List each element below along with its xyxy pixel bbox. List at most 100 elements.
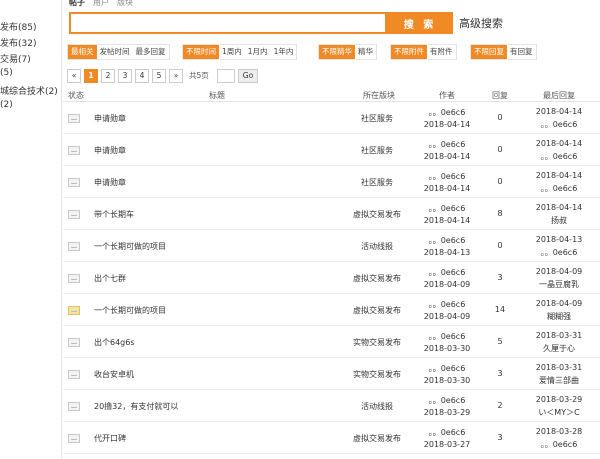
thread-board-link[interactable]: 实物交易发布 xyxy=(333,337,421,348)
tab-boards[interactable]: 版块 xyxy=(117,0,133,7)
sidebar-item-1[interactable]: 发布(85) xyxy=(0,20,36,33)
thread-title-link[interactable]: 申请勋章 xyxy=(94,145,126,156)
sidebar-item-6[interactable]: (2) xyxy=(0,100,13,110)
filter-post-time[interactable]: 发帖时间 xyxy=(96,45,133,59)
author-name-link[interactable]: 。。0e6c6 xyxy=(409,395,485,406)
thread-title-link[interactable]: 收台安卓机 xyxy=(94,369,134,380)
last-reply-user-link[interactable]: 一晶豆腐乳 xyxy=(521,279,597,290)
thread-title-link[interactable]: 一个长期可做的项目 xyxy=(94,305,166,316)
last-reply-user-link[interactable]: 爱情三部曲 xyxy=(521,375,597,386)
filter-has-attachment[interactable]: 有附件 xyxy=(427,45,456,59)
thread-board-link[interactable]: 实物交易发布 xyxy=(333,369,421,380)
author-name-link[interactable]: 。。0e6c6 xyxy=(409,139,485,150)
thread-board-link[interactable]: 虚拟交易发布 xyxy=(333,305,421,316)
tab-users[interactable]: 用户 xyxy=(93,0,109,7)
filter-has-reply[interactable]: 有回复 xyxy=(507,45,536,59)
filter-most-relevant[interactable]: 最相关 xyxy=(68,45,97,59)
thread-board-link[interactable]: 社区服务 xyxy=(333,177,421,188)
thread-status-icon xyxy=(68,242,80,251)
author-name-link[interactable]: 。。0e6c6 xyxy=(409,267,485,278)
page-jump-input[interactable] xyxy=(216,69,235,83)
prev-page-button[interactable]: « xyxy=(67,69,81,83)
table-row[interactable]: 收台安卓机 实物交易发布 。。0e6c6 2018-03-30 3 2018-03-31 爱… xyxy=(63,359,600,390)
thread-board-link[interactable]: 虚拟交易发布 xyxy=(333,433,421,444)
reply-count: 0 xyxy=(497,241,503,250)
thread-title-link[interactable]: 一个长期可做的项目 xyxy=(94,241,166,252)
author-name-link[interactable]: 。。0e6c6 xyxy=(409,331,485,342)
filter-any-attachment[interactable]: 不限附件 xyxy=(391,45,427,59)
search-input[interactable] xyxy=(69,12,387,34)
thread-board-link[interactable]: 社区服务 xyxy=(333,145,421,156)
table-row[interactable]: 代开口碑 虚拟交易发布 。。0e6c6 2018-03-27 3 2018-03-28 。。… xyxy=(63,423,600,454)
table-row[interactable]: 20撸32，有支付就可以 活动线报 。。0e6c6 2018-03-29 2 2018-0… xyxy=(63,391,600,422)
page-1[interactable]: 1 xyxy=(84,69,98,83)
table-row[interactable]: 出个七群 虚拟交易发布 。。0e6c6 2018-04-09 3 2018-04-09 一晶… xyxy=(63,263,600,294)
thread-board-link[interactable]: 虚拟交易发布 xyxy=(333,209,421,220)
page-4[interactable]: 4 xyxy=(135,69,149,83)
thread-title-link[interactable]: 20撸32，有支付就可以 xyxy=(94,401,178,412)
filter-most-replies[interactable]: 最多回复 xyxy=(132,45,169,59)
advanced-search-link[interactable]: 高级搜索 xyxy=(459,15,503,31)
last-reply-user-link[interactable]: 。。0e6c6 xyxy=(521,119,597,130)
author-name-link[interactable]: 。。0e6c6 xyxy=(409,427,485,438)
filter-any-reply[interactable]: 不限回复 xyxy=(471,45,507,59)
page-5[interactable]: 5 xyxy=(152,69,166,83)
reply-count: 0 xyxy=(497,113,503,122)
author-name-link[interactable]: 。。0e6c6 xyxy=(409,107,485,118)
sidebar: 发布(85) 发布(32) 交易(7) (5) 城综合技术(2) (2) xyxy=(0,0,62,459)
col-last-reply: 最后回复 xyxy=(543,91,575,100)
table-row[interactable]: 申请勋章 社区服务 。。0e6c6 2018-04-14 0 2018-04-14 。。0e… xyxy=(63,135,600,166)
last-reply-user-link[interactable]: 。。0e6c6 xyxy=(521,151,597,162)
thread-title-link[interactable]: 出个七群 xyxy=(94,273,126,284)
last-reply-date: 2018-04-09 xyxy=(535,267,583,276)
filter-any-time[interactable]: 不限时间 xyxy=(183,45,219,59)
last-reply-user-link[interactable]: 久厘于心 xyxy=(521,343,597,354)
filter-any-digest[interactable]: 不限精华 xyxy=(319,45,355,59)
thread-status-icon xyxy=(68,274,80,283)
tab-posts[interactable]: 帖子 xyxy=(69,0,85,7)
go-button[interactable]: Go xyxy=(237,69,259,83)
filter-1-year[interactable]: 1年内 xyxy=(270,45,297,59)
page-2[interactable]: 2 xyxy=(101,69,115,83)
last-reply-user-link[interactable]: 。。0e6c6 xyxy=(521,247,597,258)
author-name-link[interactable]: 。。0e6c6 xyxy=(409,299,485,310)
thread-title-link[interactable]: 申请勋章 xyxy=(94,113,126,124)
last-reply-user-link[interactable]: 扬叔 xyxy=(521,215,597,226)
thread-board-link[interactable]: 社区服务 xyxy=(333,113,421,124)
sidebar-item-4[interactable]: (5) xyxy=(0,68,13,78)
thread-board-link[interactable]: 虚拟交易发布 xyxy=(333,273,421,284)
author-name-link[interactable]: 。。0e6c6 xyxy=(409,171,485,182)
filter-1-week[interactable]: 1周内 xyxy=(219,45,245,59)
next-page-button[interactable]: » xyxy=(169,69,183,83)
reply-count: 3 xyxy=(497,433,503,442)
last-reply-user-link[interactable]: 。。0e6c6 xyxy=(521,183,597,194)
filter-1-month[interactable]: 1月内 xyxy=(244,45,271,59)
thread-board-link[interactable]: 活动线报 xyxy=(333,241,421,252)
table-row[interactable]: 出个64g6s 实物交易发布 。。0e6c6 2018-03-30 5 2018-03-3… xyxy=(63,327,600,358)
page-3[interactable]: 3 xyxy=(118,69,132,83)
last-reply-user-link[interactable]: い＜MY＞C xyxy=(521,407,597,418)
thread-title-link[interactable]: 出个64g6s xyxy=(94,337,135,348)
thread-title-link[interactable]: 带个长期车 xyxy=(94,209,134,220)
author-name-link[interactable]: 。。0e6c6 xyxy=(409,203,485,214)
sidebar-item-2[interactable]: 发布(32) xyxy=(0,36,36,49)
thread-title-link[interactable]: 代开口碑 xyxy=(94,433,126,444)
search-button[interactable]: 搜 索 xyxy=(387,12,453,34)
thread-title-link[interactable]: 申请勋章 xyxy=(94,177,126,188)
table-row[interactable]: 一个长期可做的项目 虚拟交易发布 。。0e6c6 2018-04-09 14 2018-0… xyxy=(63,295,600,326)
thread-board-link[interactable]: 活动线报 xyxy=(333,401,421,412)
last-reply-user-link[interactable]: 。。0e6c6 xyxy=(521,439,597,450)
table-row[interactable]: 带个长期车 虚拟交易发布 。。0e6c6 2018-04-14 8 2018-04-14 扬… xyxy=(63,199,600,230)
search-type-tabs: 帖子 用户 版块 xyxy=(69,0,141,8)
table-row[interactable]: 申请勋章 社区服务 。。0e6c6 2018-04-14 0 2018-04-14 。。0e… xyxy=(63,167,600,198)
sidebar-item-3[interactable]: 交易(7) xyxy=(0,52,31,65)
sidebar-item-5[interactable]: 城综合技术(2) xyxy=(0,84,58,97)
author-name-link[interactable]: 。。0e6c6 xyxy=(409,235,485,246)
table-row[interactable]: 申请勋章 社区服务 。。0e6c6 2018-04-14 0 2018-04-14 。。0e… xyxy=(63,103,600,134)
author-name-link[interactable]: 。。0e6c6 xyxy=(409,363,485,374)
thread-status-icon xyxy=(68,210,80,219)
table-row[interactable]: 一个长期可做的项目 活动线报 。。0e6c6 2018-04-13 0 2018-04-1… xyxy=(63,231,600,262)
last-reply-user-link[interactable]: 糊糊强 xyxy=(521,311,597,322)
filter-digest[interactable]: 精华 xyxy=(355,45,376,59)
post-date: 2018-03-27 xyxy=(423,440,471,449)
